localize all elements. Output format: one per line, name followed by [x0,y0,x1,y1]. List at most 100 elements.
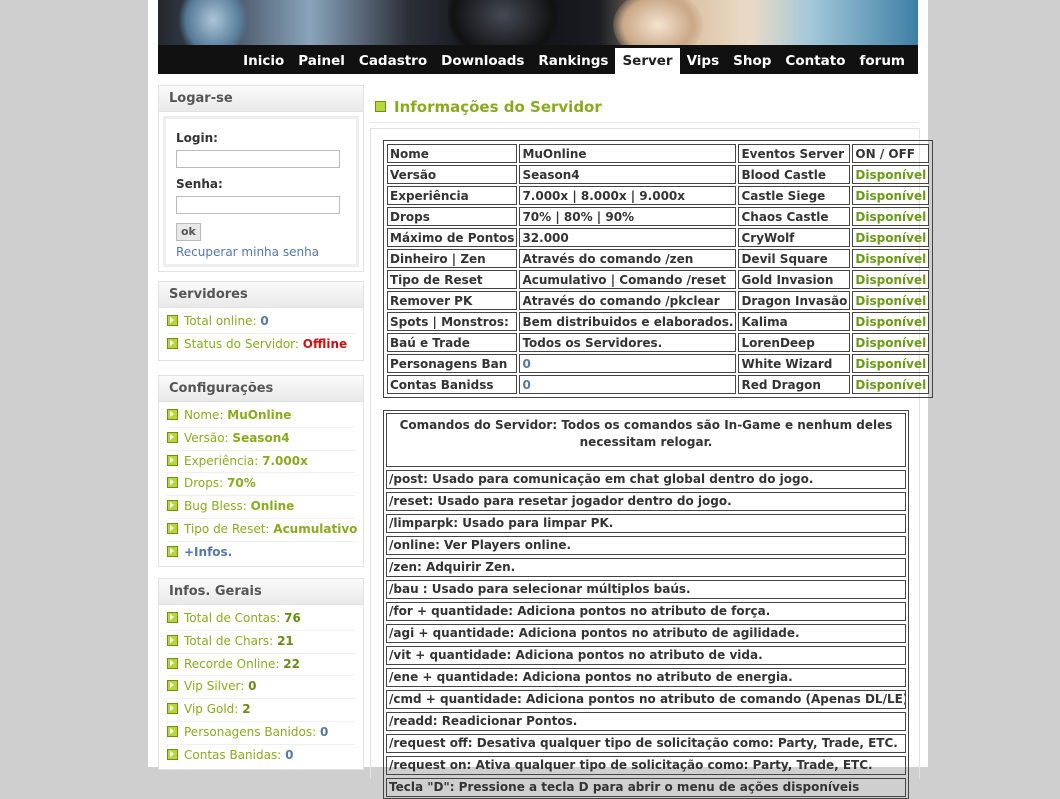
list-item: Nome: MuOnline [167,405,355,428]
arrow-bullet-icon [167,657,178,669]
table-cell: Disponível [852,186,930,205]
general-value: 2 [242,702,251,717]
login-label: Login: [176,131,218,145]
command-row: /online: Ver Players online. [386,536,906,555]
general-label: Total de Contas: [184,611,281,625]
server-info-table: Nome MuOnline Eventos Server ON / OFF Versão… [383,140,934,398]
table-row: Versão Season4 Blood Castle Disponível [387,165,930,184]
command-row: /ene + quantidade: Adiciona pontos no at… [386,668,906,687]
table-cell: Máximo de Pontos [387,228,518,247]
password-input[interactable] [176,196,340,214]
nav-shop[interactable]: Shop [726,48,778,74]
table-cell: Nome [387,144,518,163]
arrow-bullet-icon [167,477,178,489]
arrow-bullet-icon [167,748,178,760]
table-cell: Disponível [852,249,930,268]
page-title-text: Informações do Servidor [394,98,602,116]
table-row: Contas Banidss 0 Red Dragon Disponível [387,375,930,394]
table-cell: Spots | Monstros: [387,312,518,331]
table-cell: MuOnline [519,144,737,163]
general-label: Total de Chars: [184,633,274,648]
arrow-bullet-icon [167,703,178,715]
title-bullet-icon [375,101,386,112]
general-label: Contas Banidas: [184,747,282,762]
nav-vips[interactable]: Vips [680,48,727,74]
config-label: Experiência: [184,453,259,468]
table-cell: Bem distribuidos e elaborados. [519,312,737,331]
list-item: Versão: Season4 [167,428,355,451]
general-info-box: Infos. Gerais Total de Contas: 76 Total … [158,578,364,770]
config-label: Nome: [184,408,224,422]
nav-downloads[interactable]: Downloads [434,48,531,74]
ok-button[interactable]: ok [176,223,201,241]
commands-table: Comandos do Servidor: Todos os comandos … [383,410,909,799]
servers-box-title: Servidores [159,282,363,308]
table-cell: Remover PK [387,291,518,310]
table-cell: Disponível [852,207,930,226]
general-value: 22 [283,656,300,671]
general-label: Vip Silver: [184,679,245,694]
nav-cadastro[interactable]: Cadastro [352,48,434,74]
config-value: 70% [227,476,256,491]
main-nav: Inicio Painel Cadastro Downloads Ranking… [158,45,918,74]
banner-art-center [448,0,558,45]
general-value: 0 [248,679,257,694]
general-label: Vip Gold: [184,702,239,717]
login-box-title: Logar-se [159,86,363,112]
table-row: Baú e Trade Todos os Servidores. LorenDeep… [387,333,930,352]
arrow-bullet-icon [167,454,178,466]
table-cell: Tipo de Reset [387,270,518,289]
config-label: Tipo de Reset: [184,521,270,536]
table-row: Tipo de Reset Acumulativo | Comando /rese… [387,270,930,289]
table-cell: Disponível [852,312,930,331]
table-cell: Castle Siege [738,186,851,205]
table-cell: Dragon Invasão [738,291,851,310]
table-cell: Drops [387,207,518,226]
list-item: Personagens Banidos: 0 [167,722,355,745]
nav-contato[interactable]: Contato [778,48,852,74]
recover-password-link[interactable]: Recuperar minha senha [176,245,346,259]
arrow-bullet-icon [167,431,178,443]
table-cell: 7.000x | 8.000x | 9.000x [519,186,737,205]
arrow-bullet-icon [167,725,178,737]
table-cell: 0 [519,375,737,394]
table-cell: Experiência [387,186,518,205]
nav-server[interactable]: Server [615,48,680,74]
nav-inicio[interactable]: Inicio [236,48,291,74]
nav-forum[interactable]: forum [853,48,912,74]
config-value: MuOnline [227,408,292,422]
banner-art-left [178,0,248,45]
arrow-bullet-icon [167,500,178,512]
nav-rankings[interactable]: Rankings [531,48,615,74]
general-label: Personagens Banidos: [184,724,317,739]
list-item: +Infos. [167,542,355,564]
command-row: /reset: Usado para resetar jogador dentr… [386,492,906,511]
table-cell: Season4 [519,165,737,184]
page: Inicio Painel Cadastro Downloads Ranking… [148,0,934,799]
config-label: Versão: [184,430,229,445]
config-value: 7.000x [262,453,308,468]
login-input[interactable] [176,150,340,168]
table-cell: Dinheiro | Zen [387,249,518,268]
table-cell: 0 [519,354,737,373]
password-label: Senha: [176,177,223,191]
table-cell: Baú e Trade [387,333,518,352]
arrow-bullet-icon [167,634,178,646]
general-value: 76 [284,611,301,625]
more-info-link[interactable]: +Infos. [184,545,232,559]
table-cell: Kalima [738,312,851,331]
command-row: /agi + quantidade: Adiciona pontos no at… [386,624,906,643]
list-item: Bug Bless: Online [167,496,355,519]
command-row: /for + quantidade: Adiciona pontos no at… [386,602,906,621]
table-row: Máximo de Pontos 32.000 CryWolf Disponível [387,228,930,247]
nav-painel[interactable]: Painel [291,48,352,74]
table-cell: Disponível [852,375,930,394]
banner-art-right [613,0,703,45]
table-row: Nome MuOnline Eventos Server ON / OFF [387,144,930,163]
table-cell: CryWolf [738,228,851,247]
list-item: Recorde Online: 22 [167,654,355,677]
table-cell: Eventos Server [738,144,851,163]
server-status-label: Status do Servidor: [184,336,299,351]
command-row: /post: Usado para comunicação em chat gl… [386,470,906,489]
list-item: Total de Contas: 76 [167,608,355,631]
